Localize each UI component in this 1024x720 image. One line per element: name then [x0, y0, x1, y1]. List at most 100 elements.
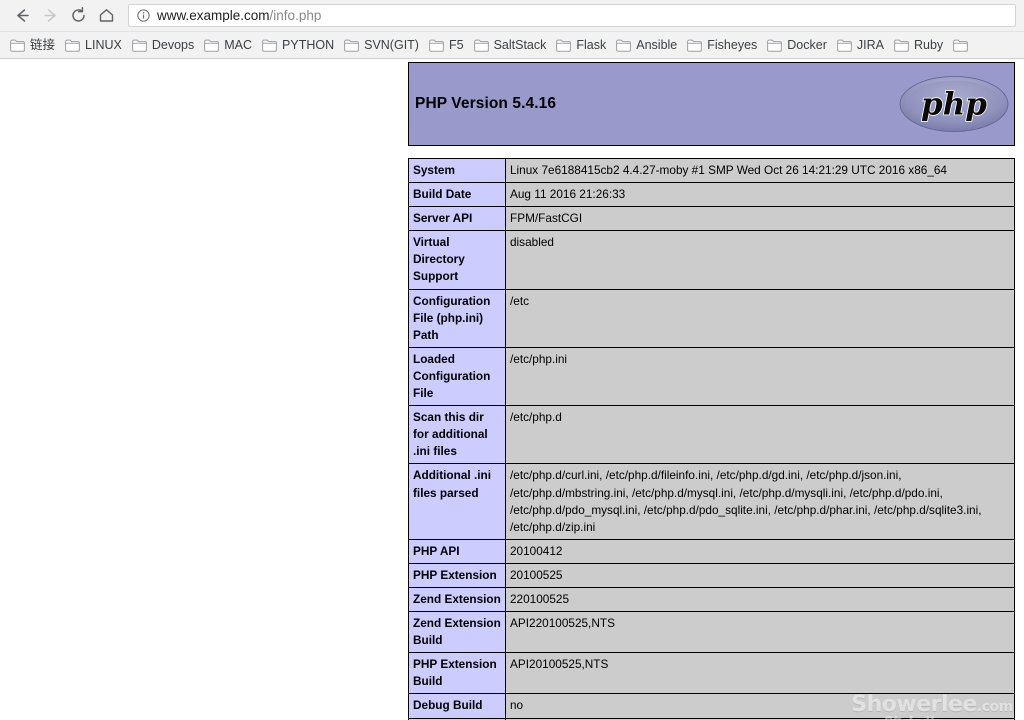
table-cell-value: /etc/php.d/curl.ini, /etc/php.d/fileinfo…	[505, 463, 1015, 540]
bookmark-item-svn-git[interactable]: SVN(GIT)	[340, 37, 425, 54]
url-text: www.example.com/info.php	[157, 9, 321, 23]
table-cell-key: Virtual Directory Support	[408, 230, 506, 290]
bookmark-item-ruby[interactable]: Ruby	[890, 37, 949, 54]
arrow-right-icon	[43, 9, 56, 22]
table-row: Configuration File (php.ini) Path/etc	[408, 288, 1015, 348]
bookmark-label: MAC	[224, 37, 253, 52]
bookmark-item-mac[interactable]: MAC	[200, 37, 258, 54]
phpinfo-header: PHP Version 5.4.16 php	[408, 62, 1015, 146]
ini-file-line: /etc/php.d/pdo_mysql.ini, /etc/php.d/pdo…	[510, 502, 982, 517]
table-cell-key: Loaded Configuration File	[408, 346, 506, 407]
bookmark-item-linux[interactable]: LINUX	[61, 37, 128, 54]
table-row: Loaded Configuration File/etc/php.ini	[408, 346, 1015, 407]
table-cell-key: System	[408, 157, 506, 184]
table-cell-key: Configuration File (php.ini) Path	[408, 288, 506, 348]
table-cell-key: Server API	[408, 206, 506, 232]
bookmark-label: F5	[448, 37, 464, 52]
table-cell-value: /etc/php.ini	[505, 346, 1015, 407]
table-cell-value: API220100525,NTS	[505, 611, 1015, 654]
bookmark-item-ansible[interactable]: Ansible	[612, 37, 683, 54]
table-cell-value: 220100525	[505, 586, 1015, 613]
folder-icon	[894, 39, 909, 52]
bookmark-item-jira[interactable]: JIRA	[833, 37, 890, 54]
bookmark-item-f5[interactable]: F5	[425, 37, 470, 54]
table-cell-value: /etc/php.d	[505, 405, 1015, 465]
table-cell-key: Zend Extension Build	[408, 611, 506, 654]
folder-icon	[616, 39, 632, 52]
table-cell-key: Build Date	[408, 182, 506, 208]
bookmark-item-docker[interactable]: Docker	[763, 37, 833, 54]
folder-icon	[344, 39, 359, 52]
bookmark-label: JIRA	[856, 37, 884, 52]
bookmark-label: PYTHON	[282, 37, 335, 52]
ini-file-line: /etc/php.d/zip.ini	[510, 519, 596, 534]
back-button[interactable]	[8, 2, 36, 30]
home-button[interactable]	[92, 2, 120, 30]
table-row: Build Date Aug 11 2016 21:26:33	[408, 182, 1015, 208]
folder-icon	[131, 39, 147, 52]
table-row: Virtual Directory Support disabled	[408, 230, 1015, 290]
url-path: /info.php	[269, 8, 322, 23]
bookmark-item-python[interactable]: PYTHON	[258, 37, 340, 54]
folder-icon	[953, 39, 969, 52]
reload-button[interactable]	[64, 2, 92, 30]
bookmark-label: Ruby	[913, 37, 944, 52]
arrow-left-icon	[16, 9, 29, 22]
bookmark-item-fisheyes[interactable]: Fisheyes	[683, 37, 763, 54]
bookmark-label: Flask	[576, 37, 607, 52]
table-cell-key: PHP Extension	[408, 562, 506, 588]
table-row: Debug Build no	[408, 693, 1015, 719]
table-cell-value: 20100525	[505, 562, 1015, 588]
bookmarks-bar: 链接 LINUX Devops MAC PYTHON SVN(GIT) F5 SaltStac…	[0, 31, 1024, 58]
svg-text:php: php	[921, 87, 987, 123]
folder-icon	[687, 39, 703, 52]
reload-icon	[71, 7, 85, 22]
table-row: Zend Extension Build API220100525,NTS	[408, 611, 1015, 654]
bookmark-label: Fisheyes	[707, 37, 758, 52]
table-cell-value: disabled	[505, 230, 1015, 290]
table-cell-value: Aug 11 2016 21:26:33	[505, 182, 1015, 208]
bookmark-label: SVN(GIT)	[364, 37, 419, 52]
table-row: PHP API 20100412	[408, 538, 1015, 564]
folder-icon	[262, 39, 277, 52]
table-cell-value: 20100412	[505, 538, 1015, 564]
table-cell-value: API20100525,NTS	[505, 652, 1015, 695]
bookmark-label: LINUX	[85, 37, 122, 52]
bookmark-item-[interactable]: 链接	[6, 37, 61, 54]
folder-icon	[473, 39, 489, 52]
table-cell-value: Linux 7e6188415cb2 4.4.27-moby #1 SMP We…	[505, 157, 1015, 184]
bookmark-item-overflow[interactable]	[949, 37, 974, 54]
php-logo-icon: php	[899, 76, 1009, 132]
table-row: Scan this dir for additional .ini files /…	[408, 405, 1015, 465]
ini-file-line: /etc/php.d/mbstring.ini, /etc/php.d/mysq…	[510, 485, 943, 500]
ini-file-line: /etc/php.d/curl.ini, /etc/php.d/fileinfo…	[510, 468, 902, 483]
bookmark-item-flask[interactable]: Flask	[552, 37, 612, 54]
home-icon	[99, 9, 113, 22]
folder-icon	[204, 39, 220, 52]
bookmark-label: 链接	[30, 37, 56, 52]
table-cell-value: FPM/FastCGI	[505, 206, 1015, 232]
address-bar[interactable]: www.example.com/info.php	[128, 4, 1016, 27]
bookmark-label: Devops	[151, 37, 195, 52]
forward-button[interactable]	[36, 2, 64, 30]
folder-icon	[836, 39, 852, 52]
bookmark-item-saltstack[interactable]: SaltStack	[470, 37, 553, 54]
table-row: PHP Extension Build API20100525,NTS	[408, 652, 1015, 695]
bookmark-label: Ansible	[636, 37, 678, 52]
table-row: Server API FPM/FastCGI	[408, 206, 1015, 232]
phpinfo-content: PHP Version 5.4.16 php System Linux 7e618…	[408, 62, 1015, 720]
page-title: PHP Version 5.4.16	[415, 95, 557, 112]
bookmark-label: SaltStack	[493, 37, 547, 52]
phpinfo-core-table: System Linux 7e6188415cb2 4.4.27-moby #1 …	[408, 157, 1015, 720]
table-row: System Linux 7e6188415cb2 4.4.27-moby #1 …	[408, 157, 1015, 184]
table-cell-key: PHP API	[408, 538, 506, 564]
bookmark-item-devops[interactable]: Devops	[128, 37, 200, 54]
url-host: www.example.com	[157, 8, 270, 23]
folder-icon	[767, 39, 783, 52]
table-row: Zend Extension 220100525	[408, 586, 1015, 613]
table-cell-key: Scan this dir for additional .ini files	[408, 405, 506, 465]
table-cell-key: Debug Build	[408, 693, 506, 719]
info-circle-icon[interactable]	[137, 9, 150, 22]
folder-icon	[556, 39, 572, 52]
bookmark-label: Docker	[787, 37, 827, 52]
